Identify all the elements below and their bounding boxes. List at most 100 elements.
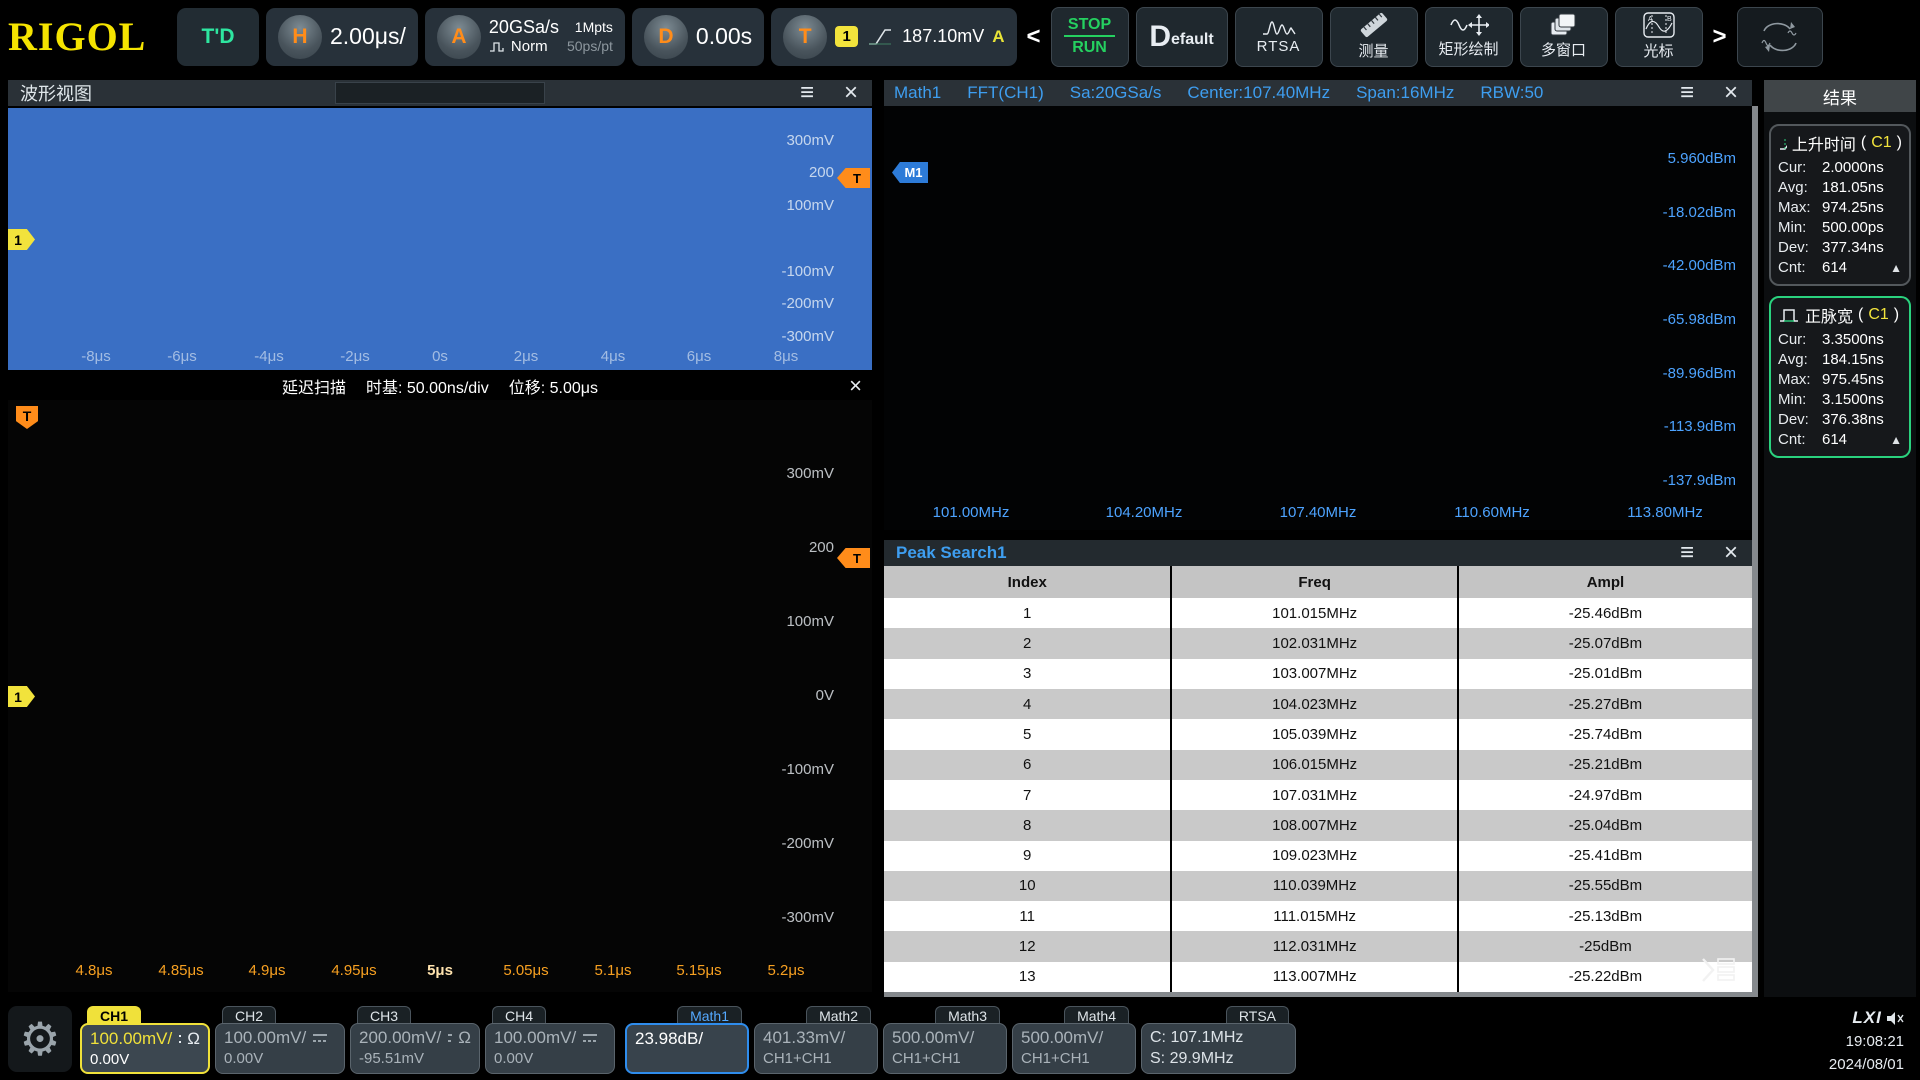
- zoom-view-plot[interactable]: T 300mV 200 100mV 0V -100mV -200mV -300m…: [8, 400, 872, 992]
- table-row[interactable]: 5105.039MHz-25.74dBm: [884, 719, 1752, 749]
- collapse-icon[interactable]: ▲: [1890, 430, 1902, 450]
- table-row[interactable]: 9109.023MHz-25.41dBm: [884, 841, 1752, 871]
- gear-icon: ⚙: [19, 1012, 60, 1066]
- math-card-math3[interactable]: Math3 500.00mV/ CH1+CH1: [883, 1006, 1007, 1074]
- channel-card-ch4[interactable]: CH4 100.00mV/ 0.00V: [485, 1006, 615, 1074]
- trigger-control[interactable]: T 1 187.10mV A: [771, 8, 1016, 66]
- ch1-tab[interactable]: CH1: [87, 1006, 141, 1024]
- channel-card-ch3[interactable]: CH3 200.00mV/ Ω -95.51mV: [350, 1006, 480, 1074]
- db-label: -65.98dBm: [1646, 311, 1736, 328]
- time-label: -2μs: [323, 348, 387, 365]
- cursor-button[interactable]: AB 光标: [1615, 7, 1703, 67]
- cell: 102.031MHz: [1170, 628, 1456, 658]
- draw-button[interactable]: 矩形绘制: [1425, 7, 1513, 67]
- table-row[interactable]: 10110.039MHz-25.55dBm: [884, 871, 1752, 901]
- fft-center: Center:107.40MHz: [1187, 83, 1330, 103]
- paren: (: [1858, 306, 1863, 324]
- channel-card-ch2[interactable]: CH2 100.00mV/ 0.00V: [215, 1006, 345, 1074]
- table-row[interactable]: 1101.015MHz-25.46dBm: [884, 598, 1752, 628]
- rtsa-button[interactable]: RTSA: [1235, 7, 1323, 67]
- wave-close-icon[interactable]: ×: [844, 80, 858, 106]
- acquire-knob[interactable]: A: [437, 15, 481, 59]
- peak-close-icon[interactable]: ×: [1724, 540, 1738, 566]
- math3-tab[interactable]: Math3: [935, 1006, 1000, 1024]
- table-row[interactable]: 6106.015MHz-25.21dBm: [884, 750, 1752, 780]
- time-label: 8μs: [754, 348, 818, 365]
- cell: 3: [884, 659, 1170, 689]
- fft-close-icon[interactable]: ×: [1724, 80, 1738, 106]
- time-label: 5μs: [407, 962, 473, 979]
- cell: 104.023MHz: [1170, 689, 1456, 719]
- time-label: 2μs: [494, 348, 558, 365]
- math2-tab[interactable]: Math2: [806, 1006, 871, 1024]
- math-card-math1[interactable]: Math1 23.98dB/: [625, 1006, 749, 1074]
- fft-spectrum: [884, 106, 1752, 530]
- math1-tab[interactable]: Math1: [677, 1006, 742, 1024]
- fft-plot[interactable]: M1 5.960dBm -18.02dBm -42.00dBm -65.98dB…: [884, 106, 1752, 530]
- volt-label: 300mV: [770, 465, 834, 482]
- volt-label: 300mV: [770, 132, 834, 149]
- impedance-label: Ω: [187, 1028, 200, 1050]
- cell: 6: [884, 750, 1170, 780]
- mode-switch-button[interactable]: [1737, 7, 1823, 67]
- table-row[interactable]: 11111.015MHz-25.13dBm: [884, 901, 1752, 931]
- wave-menu-icon[interactable]: ≡: [800, 80, 814, 106]
- table-row[interactable]: 13113.007MHz-25.22dBm: [884, 962, 1752, 992]
- collapse-icon[interactable]: ▲: [1890, 258, 1902, 278]
- horizontal-knob[interactable]: H: [278, 15, 322, 59]
- ch3-tab[interactable]: CH3: [357, 1006, 411, 1024]
- measure-button[interactable]: 测量: [1330, 7, 1418, 67]
- stat-row: Cur:3.3500ns: [1778, 330, 1902, 350]
- ch3-scale: 200.00mV/: [359, 1027, 441, 1049]
- table-expand-icon[interactable]: [1698, 956, 1738, 984]
- table-row[interactable]: 7107.031MHz-24.97dBm: [884, 780, 1752, 810]
- delay-knob[interactable]: D: [644, 15, 688, 59]
- table-row[interactable]: 8108.007MHz-25.04dBm: [884, 810, 1752, 840]
- rtsa-card[interactable]: RTSA C: 107.1MHz S: 29.9MHz: [1141, 1006, 1296, 1074]
- volt-label: 200: [770, 164, 834, 181]
- table-row[interactable]: 12112.031MHz-25dBm: [884, 931, 1752, 961]
- table-row[interactable]: 3103.007MHz-25.01dBm: [884, 659, 1752, 689]
- rtsa-tab[interactable]: RTSA: [1226, 1006, 1289, 1024]
- measurement-card-risetime[interactable]: 上升时间(C1) Cur:2.0000ns Avg:181.05ns Max:9…: [1769, 124, 1911, 286]
- collapse-left-icon[interactable]: <: [1024, 23, 1044, 51]
- trigger-source-badge[interactable]: 1: [835, 26, 858, 47]
- expand-right-icon[interactable]: >: [1710, 23, 1730, 51]
- ch4-tab[interactable]: CH4: [492, 1006, 546, 1024]
- cell: 11: [884, 901, 1170, 931]
- cell: 7: [884, 780, 1170, 810]
- channel-card-ch1[interactable]: CH1 100.00mV/ Ω 0.00V: [80, 1006, 210, 1074]
- time-label: -4μs: [237, 348, 301, 365]
- math-card-math4[interactable]: Math4 500.00mV/ CH1+CH1: [1012, 1006, 1136, 1074]
- delay-control[interactable]: D 0.00s: [632, 8, 764, 66]
- acquire-control[interactable]: A 20GSa/s Norm 1Mpts 50ps/pt: [425, 8, 625, 66]
- lxi-logo: LXI: [1852, 1008, 1881, 1027]
- time-label: 5.2μs: [753, 962, 819, 979]
- fft-span: Span:16MHz: [1356, 83, 1454, 103]
- wave-view-plot[interactable]: 300mV 200 100mV -100mV -200mV -300mV T 1…: [8, 108, 872, 370]
- horizontal-control[interactable]: H 2.00μs/: [266, 8, 418, 66]
- delay-close-icon[interactable]: ×: [849, 373, 862, 399]
- measurement-card-pulsewidth[interactable]: 正脉宽(C1) Cur:3.3500ns Avg:184.15ns Max:97…: [1769, 296, 1911, 458]
- cell: 106.015MHz: [1170, 750, 1456, 780]
- trigger-knob[interactable]: T: [783, 15, 827, 59]
- math-card-math2[interactable]: Math2 401.33mV/ CH1+CH1: [754, 1006, 878, 1074]
- table-row[interactable]: 4104.023MHz-25.27dBm: [884, 689, 1752, 719]
- table-row[interactable]: 2102.031MHz-25.07dBm: [884, 628, 1752, 658]
- system-gear-button[interactable]: ⚙: [8, 1006, 72, 1072]
- fft-menu-icon[interactable]: ≡: [1680, 80, 1694, 106]
- peak-menu-icon[interactable]: ≡: [1680, 540, 1694, 566]
- cell: 112.031MHz: [1170, 931, 1456, 961]
- stop-run-button[interactable]: STOP RUN: [1051, 7, 1129, 67]
- volt-label: -300mV: [770, 909, 834, 926]
- trigger-position-strip[interactable]: [335, 82, 545, 104]
- math4-tab[interactable]: Math4: [1064, 1006, 1129, 1024]
- multi-window-button[interactable]: 多窗口: [1520, 7, 1608, 67]
- time-label: 5.05μs: [493, 962, 559, 979]
- math3-scale: 500.00mV/: [892, 1027, 998, 1049]
- delay-sweep-title: 延迟扫描: [282, 374, 346, 398]
- table-header-row: Index Freq Ampl: [884, 566, 1752, 598]
- ch2-tab[interactable]: CH2: [222, 1006, 276, 1024]
- cell: 107.031MHz: [1170, 780, 1456, 810]
- default-button[interactable]: D efault: [1136, 7, 1228, 67]
